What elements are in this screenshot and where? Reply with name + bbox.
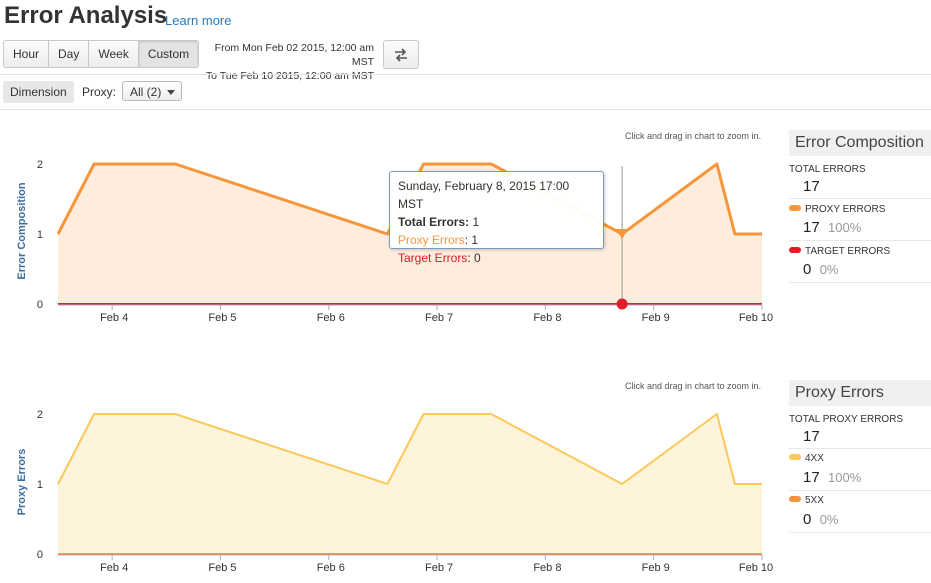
tooltip-proxy-value: 1 xyxy=(471,233,479,247)
x-tick-label: Feb 6 xyxy=(317,562,345,574)
total-proxy-errors-value: 17 xyxy=(803,428,820,445)
from-label: From xyxy=(214,42,240,54)
proxy-swatch xyxy=(789,205,801,212)
proxy-errors-value: 17 xyxy=(803,219,820,236)
y-tick-label: 0 xyxy=(37,549,43,561)
divider xyxy=(789,532,931,533)
week-button[interactable]: Week xyxy=(89,41,139,67)
date-range[interactable]: From Mon Feb 02 2015, 12:00 am MST To Tu… xyxy=(194,41,374,83)
series-area xyxy=(58,414,762,554)
page-title: Error Analysis xyxy=(4,2,168,29)
divider xyxy=(789,448,931,449)
x-tick-label: Feb 5 xyxy=(208,312,236,324)
5xx-value: 0 xyxy=(803,511,812,528)
proxy-errors-label: PROXY ERRORS xyxy=(805,204,886,215)
x-tick-label: Feb 10 xyxy=(739,312,773,324)
tooltip-target-label: Target Errors xyxy=(398,251,468,265)
4xx-stat: 17 100% xyxy=(803,469,861,486)
proxy-select-value: All (2) xyxy=(130,85,162,99)
proxy-errors-stat: 17 100% xyxy=(803,219,861,236)
5xx-pct: 0% xyxy=(819,512,839,527)
x-tick-label: Feb 6 xyxy=(317,312,345,324)
tooltip-total-value: 1 xyxy=(472,215,480,229)
dimension-button[interactable]: Dimension xyxy=(3,81,74,103)
from-date: Mon Feb 02 2015, 12:00 am MST xyxy=(242,42,374,68)
proxy-errors-chart[interactable]: 0 1 2 Feb 4 Feb 5 Feb 6 Feb 7 Feb 8 Feb 9 Feb 10 xyxy=(0,390,780,580)
4xx-swatch xyxy=(789,454,801,461)
divider xyxy=(789,240,931,241)
time-range-buttons: Hour Day Week Custom xyxy=(3,40,200,68)
y-tick-label: 1 xyxy=(37,479,43,491)
divider xyxy=(0,74,931,75)
total-errors-value: 17 xyxy=(803,178,820,195)
chart-tooltip: Sunday, February 8, 2015 17:00 MST Total… xyxy=(389,171,604,265)
divider xyxy=(789,282,931,283)
proxy-select[interactable]: All (2) xyxy=(122,81,182,101)
target-errors-legend[interactable]: TARGET ERRORS xyxy=(789,246,890,257)
5xx-label: 5XX xyxy=(805,495,824,506)
tooltip-total-label: Total Errors xyxy=(398,215,466,229)
proxy-label: Proxy: xyxy=(82,85,117,99)
proxy-errors-pct: 100% xyxy=(828,220,862,235)
divider xyxy=(0,109,931,110)
divider xyxy=(789,198,931,199)
x-tick-label: Feb 4 xyxy=(100,562,128,574)
learn-more-link[interactable]: Learn more xyxy=(165,13,231,28)
x-tick-label: Feb 9 xyxy=(642,562,670,574)
composition-title: Error Composition xyxy=(789,130,931,156)
x-tick-label: Feb 8 xyxy=(533,562,561,574)
proxy-errors-legend[interactable]: PROXY ERRORS xyxy=(789,204,885,215)
hover-marker-target xyxy=(616,298,628,310)
y-tick-label: 2 xyxy=(37,409,43,421)
to-date: Tue Feb 10 2015, 12:00 am MST xyxy=(219,70,374,82)
to-label: To xyxy=(205,70,217,82)
day-button[interactable]: Day xyxy=(49,41,90,67)
x-tick-label: Feb 4 xyxy=(100,312,128,324)
hour-button[interactable]: Hour xyxy=(4,41,50,67)
y-tick-label: 2 xyxy=(37,159,43,171)
target-swatch xyxy=(789,247,801,254)
4xx-pct: 100% xyxy=(828,470,862,485)
target-errors-value: 0 xyxy=(803,261,812,278)
swap-button[interactable] xyxy=(383,40,419,69)
5xx-swatch xyxy=(789,496,801,503)
x-tick-label: Feb 7 xyxy=(425,562,453,574)
4xx-legend[interactable]: 4XX xyxy=(789,453,824,464)
total-proxy-errors-label: TOTAL PROXY ERRORS xyxy=(789,414,904,425)
y-tick-label: 0 xyxy=(37,299,43,311)
4xx-label: 4XX xyxy=(805,453,824,464)
custom-button[interactable]: Custom xyxy=(138,41,199,67)
divider xyxy=(789,490,931,491)
target-errors-label: TARGET ERRORS xyxy=(805,246,891,257)
total-errors-label: TOTAL ERRORS xyxy=(789,164,866,175)
chevron-down-icon xyxy=(167,90,175,95)
x-tick-label: Feb 7 xyxy=(425,312,453,324)
4xx-value: 17 xyxy=(803,469,820,486)
x-tick-label: Feb 10 xyxy=(739,562,773,574)
x-tick-label: Feb 8 xyxy=(533,312,561,324)
target-errors-stat: 0 0% xyxy=(803,261,838,278)
5xx-legend[interactable]: 5XX xyxy=(789,495,824,506)
tooltip-date: Sunday, February 8, 2015 17:00 MST xyxy=(398,179,570,211)
x-tick-label: Feb 5 xyxy=(208,562,236,574)
x-tick-label: Feb 9 xyxy=(642,312,670,324)
tooltip-target-value: 0 xyxy=(474,251,481,265)
proxy-errors-title: Proxy Errors xyxy=(789,380,931,406)
swap-icon xyxy=(395,47,407,62)
y-tick-label: 1 xyxy=(37,229,43,241)
5xx-stat: 0 0% xyxy=(803,511,838,528)
tooltip-proxy-label: Proxy Errors xyxy=(398,233,465,247)
target-errors-pct: 0% xyxy=(819,262,839,277)
